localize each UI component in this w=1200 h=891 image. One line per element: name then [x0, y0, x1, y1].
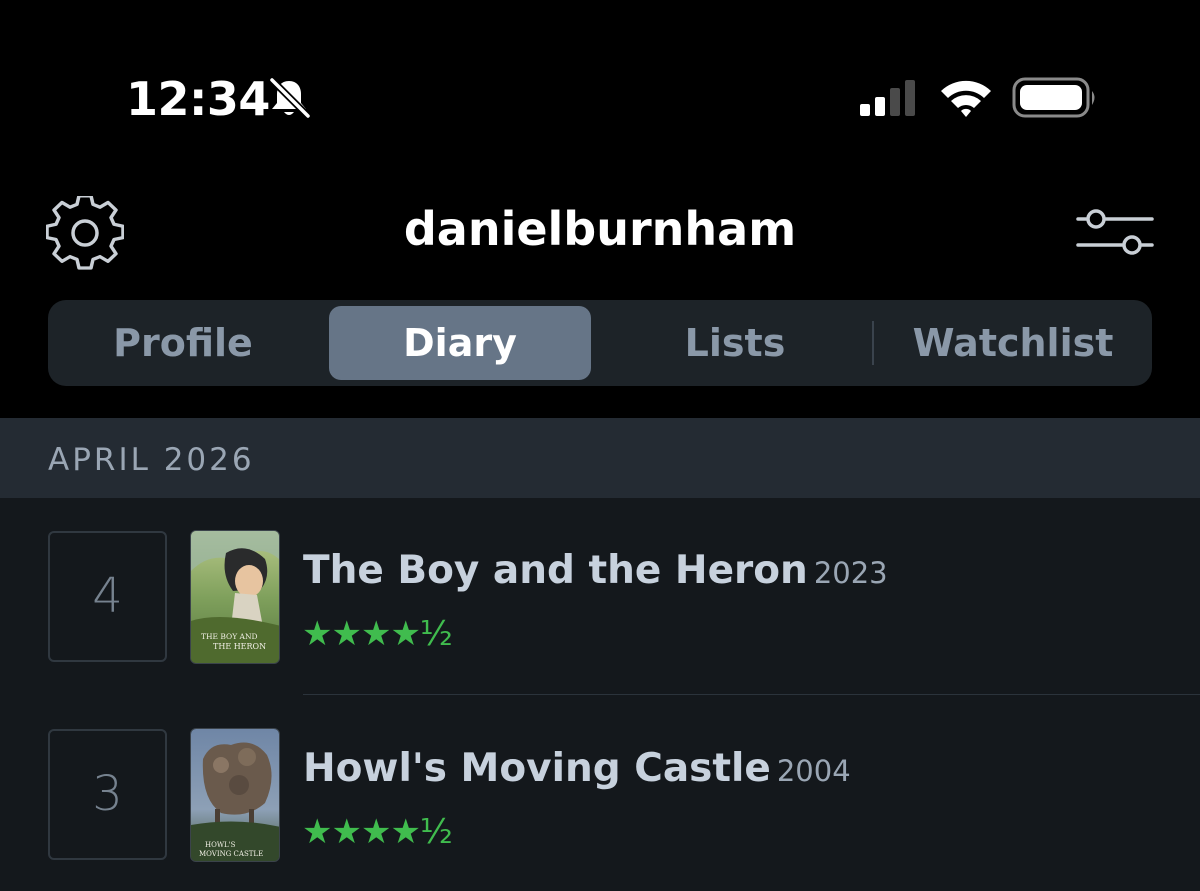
- tab-diary[interactable]: Diary: [329, 306, 591, 380]
- profile-tab-bar: Profile Diary Lists Watchlist: [48, 300, 1152, 386]
- poster-text-line2: MOVING CASTLE: [199, 850, 263, 858]
- sliders-icon: [1076, 209, 1154, 255]
- film-title: The Boy and the Heron: [303, 548, 808, 593]
- month-label: APRIL 2026: [48, 442, 255, 478]
- film-title-line: Howl's Moving Castle 2004: [303, 746, 851, 791]
- day-number: 3: [92, 766, 123, 822]
- film-year: 2023: [813, 556, 888, 590]
- profile-username: danielburnham: [403, 202, 797, 256]
- tab-divider: [872, 321, 874, 365]
- tab-lists[interactable]: Lists: [604, 306, 866, 380]
- star-rating: ★★★★½: [302, 614, 453, 654]
- day-number-box: 3: [48, 729, 167, 860]
- film-title: Howl's Moving Castle: [303, 746, 771, 791]
- battery-icon: [1012, 77, 1095, 118]
- poster-text-line1: THE BOY AND: [201, 632, 258, 641]
- cellular-signal-icon: [860, 80, 915, 116]
- bell-slash-icon: [269, 77, 311, 119]
- poster-text-line2: THE HERON: [213, 642, 266, 651]
- filter-button[interactable]: [1074, 204, 1156, 262]
- film-year: 2004: [776, 754, 851, 788]
- day-number-box: 4: [48, 531, 167, 662]
- film-poster[interactable]: THE BOY AND THE HERON: [190, 530, 280, 664]
- film-title-line: The Boy and the Heron 2023: [303, 548, 888, 593]
- status-bar: 12:34: [0, 0, 1200, 190]
- diary-entry[interactable]: 3 HOWL'S MOVING CASTLE Howl's Moving Cas…: [0, 696, 1200, 891]
- tab-profile[interactable]: Profile: [52, 306, 314, 380]
- poster-text-line1: HOWL'S: [205, 841, 236, 849]
- star-rating: ★★★★½: [302, 812, 453, 852]
- poster-art: THE BOY AND THE HERON: [191, 531, 279, 663]
- status-time: 12:34: [126, 72, 270, 126]
- diary-list: APRIL 2026 4 THE BOY AND THE HERON The B…: [0, 418, 1200, 891]
- poster-art: HOWL'S MOVING CASTLE: [191, 729, 279, 861]
- row-divider: [303, 694, 1200, 695]
- day-number: 4: [92, 568, 123, 624]
- diary-entry[interactable]: 4 THE BOY AND THE HERON The Boy and the …: [0, 498, 1200, 694]
- tab-watchlist[interactable]: Watchlist: [880, 306, 1146, 380]
- wifi-icon: [941, 80, 991, 117]
- film-poster[interactable]: HOWL'S MOVING CASTLE: [190, 728, 280, 862]
- month-section-header: APRIL 2026: [0, 418, 1200, 498]
